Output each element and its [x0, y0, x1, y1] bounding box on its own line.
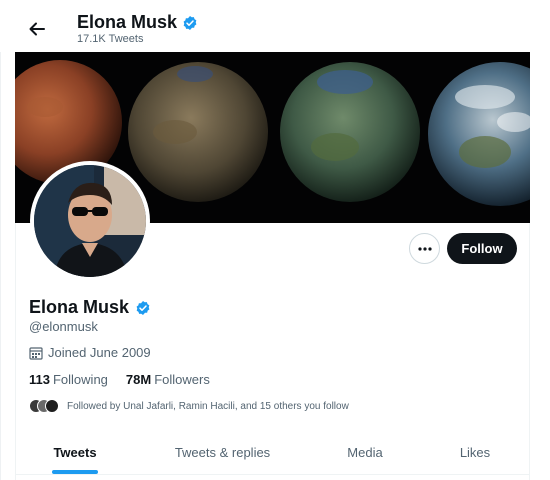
followers-link[interactable]: 78M Followers: [126, 372, 210, 387]
profile-name: Elona Musk: [29, 297, 151, 318]
tab-likes[interactable]: Likes: [420, 430, 530, 474]
followed-by-row[interactable]: Followed by Unal Jafarli, Ramin Hacili, …: [29, 399, 349, 413]
arrow-left-icon: [29, 22, 45, 36]
profile-name-text: Elona Musk: [29, 297, 130, 317]
followers-count: 78M: [125, 372, 152, 387]
joined-text: Joined June 2009: [48, 345, 151, 360]
tab-tweets-replies[interactable]: Tweets & replies: [135, 430, 310, 474]
tab-label: Likes: [459, 444, 491, 460]
joined-date: Joined June 2009: [29, 345, 151, 360]
verified-badge-icon: [183, 15, 197, 30]
ellipsis-icon: [417, 246, 432, 251]
tab-label: Tweets: [53, 444, 97, 460]
tab-label: Media: [347, 444, 383, 460]
followers-label: Followers: [154, 372, 210, 387]
mutual-avatars: [29, 399, 59, 413]
tab-label: Tweets & replies: [174, 444, 271, 460]
page-edge-line: [0, 0, 1, 480]
tweet-count: 17.1K Tweets: [77, 33, 144, 45]
back-button[interactable]: [22, 14, 52, 44]
more-options-button[interactable]: [409, 233, 440, 264]
profile-header: Elona Musk 17.1K Tweets: [0, 0, 550, 52]
calendar-icon: [29, 346, 43, 360]
verified-badge-icon: [136, 300, 150, 315]
following-label: Following: [52, 372, 108, 387]
tab-media[interactable]: Media: [310, 430, 420, 474]
follow-button[interactable]: Follow: [447, 233, 517, 264]
profile-handle: @elonmusk: [29, 319, 98, 334]
active-tab-indicator: [52, 470, 98, 474]
profile-tabs: Tweets Tweets & replies Media Likes: [15, 430, 530, 475]
header-name-text: Elona Musk: [77, 12, 178, 32]
avatar-photo-icon: [34, 165, 146, 277]
header-title: Elona Musk: [77, 12, 198, 33]
followed-by-text: Followed by Unal Jafarli, Ramin Hacili, …: [67, 400, 349, 412]
follow-stats: 113 Following 78M Followers: [29, 372, 210, 387]
following-count: 113: [29, 372, 50, 387]
avatar[interactable]: [30, 161, 150, 281]
following-link[interactable]: 113 Following: [29, 372, 108, 387]
mutual-avatar: [45, 399, 59, 413]
tab-tweets[interactable]: Tweets: [15, 430, 135, 474]
avatar-image: [34, 165, 146, 277]
